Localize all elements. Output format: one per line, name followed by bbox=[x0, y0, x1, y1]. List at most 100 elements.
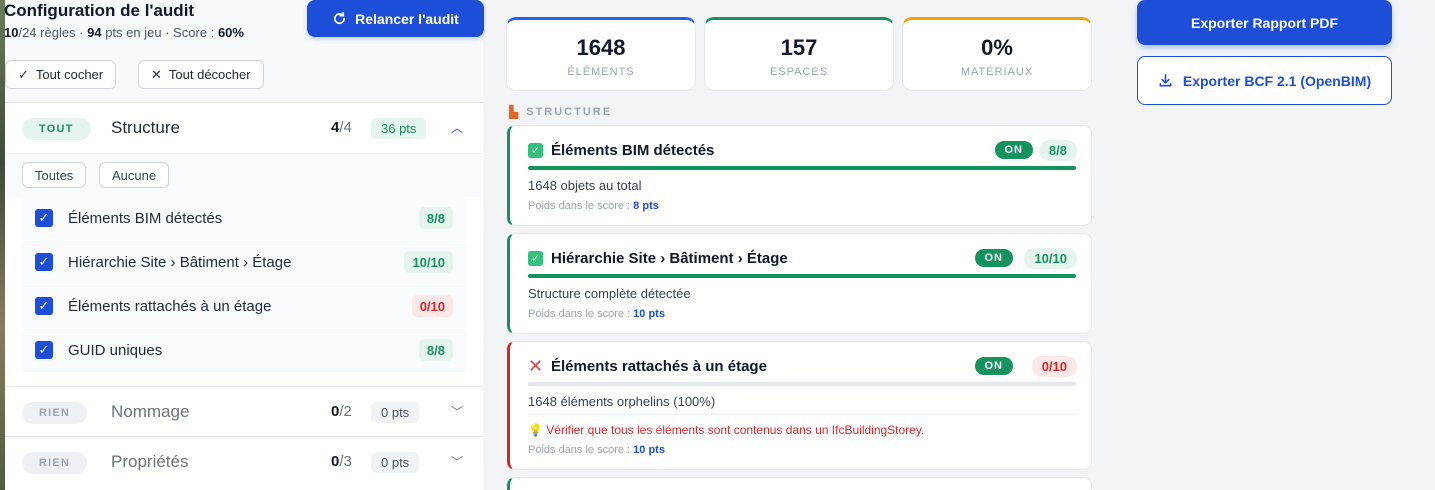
export-bcf-label: Exporter BCF 2.1 (OpenBIM) bbox=[1182, 72, 1372, 89]
hint-text: Vérifier que tous les éléments sont cont… bbox=[546, 423, 925, 437]
result-description: 1648 éléments orphelins (100%) bbox=[528, 394, 716, 409]
rule-score-badge: 10/10 bbox=[404, 251, 453, 273]
section-header: ▙ STRUCTURE bbox=[509, 105, 612, 119]
refresh-icon bbox=[334, 11, 346, 25]
checkbox-checked[interactable]: ✓ bbox=[35, 209, 53, 227]
config-title: Configuration de l'audit bbox=[4, 1, 195, 20]
download-icon bbox=[1159, 74, 1172, 87]
stat-card-elements: 1648 ÉLÉMENTS bbox=[506, 17, 696, 91]
result-score-badge: 8/8 bbox=[1038, 140, 1077, 161]
chevron-down-icon[interactable]: ﹀ bbox=[451, 453, 463, 470]
points-text: pts en jeu · Score : bbox=[101, 25, 218, 40]
rule-score-badge: 8/8 bbox=[418, 207, 453, 229]
cross-icon: ✕ bbox=[527, 356, 544, 376]
group-name: Propriétés bbox=[111, 452, 189, 471]
chevron-up-icon[interactable]: ︿ bbox=[451, 119, 463, 136]
rules-total-text: /24 règles · bbox=[18, 25, 88, 40]
rule-group-proprietes: RIEN Propriétés 0/3 0 pts ﹀ bbox=[5, 436, 483, 490]
stat-card-spaces: 157 ESPACES bbox=[704, 17, 894, 91]
rule-on-badge: ON bbox=[994, 141, 1033, 159]
score-value: 60% bbox=[217, 25, 244, 40]
audit-config-panel: Configuration de l'audit 10/24 règles · … bbox=[0, 0, 484, 490]
rule-label: Hiérarchie Site › Bâtiment › Étage bbox=[68, 254, 292, 271]
export-pdf-button[interactable]: Exporter Rapport PDF bbox=[1137, 0, 1392, 45]
group-name: Nommage bbox=[111, 402, 190, 421]
group-name: Structure bbox=[111, 118, 180, 137]
group-points-badge: 36 pts bbox=[371, 118, 427, 139]
config-summary: 10/24 règles · 94 pts en jeu · Score : 6… bbox=[4, 25, 244, 40]
progress-fill bbox=[528, 166, 1076, 170]
export-bcf-button[interactable]: Exporter BCF 2.1 (OpenBIM) bbox=[1137, 56, 1392, 105]
group-header[interactable]: TOUT Structure 4/4 36 pts ︿ bbox=[5, 103, 483, 153]
check-icon: ✓ bbox=[18, 66, 29, 82]
checkbox-checked[interactable]: ✓ bbox=[35, 297, 53, 315]
group-status-pill[interactable]: TOUT bbox=[22, 118, 91, 140]
weight-label: Poids dans le score : bbox=[528, 444, 634, 456]
rule-item[interactable]: ✓ GUID uniques 8/8 bbox=[22, 329, 466, 372]
divider bbox=[528, 414, 1076, 415]
select-all-rules-button[interactable]: Toutes bbox=[22, 162, 87, 188]
group-points-badge: 0 pts bbox=[371, 402, 420, 423]
result-card: ✕ Éléments rattachés à un étage ON 0/10 … bbox=[507, 341, 1092, 470]
close-icon: ✕ bbox=[151, 66, 162, 82]
checkbox-checked[interactable]: ✓ bbox=[35, 341, 53, 359]
checkbox-checked[interactable]: ✓ bbox=[35, 253, 53, 271]
section-title: STRUCTURE bbox=[526, 106, 613, 118]
rule-item[interactable]: ✓ Éléments BIM détectés 8/8 bbox=[22, 197, 466, 240]
group-status-pill[interactable]: RIEN bbox=[22, 402, 88, 424]
stat-label: MATÉRIAUX bbox=[960, 66, 1034, 78]
result-title: Hiérarchie Site › Bâtiment › Étage bbox=[551, 250, 788, 267]
weight-value: 8 pts bbox=[633, 200, 659, 212]
result-weight: Poids dans le score : 8 pts bbox=[528, 200, 659, 212]
stat-value: 0% bbox=[981, 35, 1013, 60]
uncheck-all-label: Tout décocher bbox=[168, 67, 251, 82]
uncheck-all-button[interactable]: ✕ Tout décocher bbox=[138, 60, 264, 89]
weight-label: Poids dans le score : bbox=[528, 200, 634, 212]
result-card: ✓ Hiérarchie Site › Bâtiment › Étage ON … bbox=[507, 233, 1092, 334]
rerun-audit-button[interactable]: Relancer l'audit bbox=[307, 0, 484, 37]
result-description: 1648 objets au total bbox=[528, 178, 642, 193]
rule-label: Éléments rattachés à un étage bbox=[68, 298, 272, 315]
weight-label: Poids dans le score : bbox=[528, 308, 634, 320]
result-title: Éléments BIM détectés bbox=[551, 142, 715, 159]
building-icon: ▙ bbox=[509, 105, 521, 119]
group-rule-count: 0/3 bbox=[331, 453, 352, 470]
check-all-button[interactable]: ✓ Tout cocher bbox=[5, 60, 117, 89]
select-no-rules-button[interactable]: Aucune bbox=[99, 162, 170, 188]
rule-item[interactable]: ✓ Éléments rattachés à un étage 0/10 bbox=[22, 285, 466, 328]
stat-value: 157 bbox=[780, 35, 818, 60]
stat-label: ÉLÉMENTS bbox=[567, 66, 635, 78]
group-rule-count: 0/2 bbox=[331, 403, 352, 420]
group-rule-count: 4/4 bbox=[331, 119, 352, 136]
group-points-badge: 0 pts bbox=[371, 452, 420, 473]
result-description: Structure complète détectée bbox=[528, 286, 691, 301]
rule-label: GUID uniques bbox=[68, 342, 163, 359]
group-status-pill[interactable]: RIEN bbox=[22, 452, 88, 474]
weight-value: 10 pts bbox=[633, 444, 665, 456]
group-header[interactable]: RIEN Propriétés 0/3 0 pts ﹀ bbox=[5, 437, 483, 487]
rule-on-badge: ON bbox=[974, 357, 1013, 375]
group-select-row: Toutes Aucune bbox=[5, 153, 483, 197]
stat-value: 1648 bbox=[576, 35, 626, 60]
check-box-icon: ✓ bbox=[528, 143, 543, 158]
rule-label: Éléments BIM détectés bbox=[68, 210, 223, 227]
group-total-count: /4 bbox=[339, 119, 352, 136]
chevron-down-icon[interactable]: ﹀ bbox=[451, 403, 463, 420]
lightbulb-icon: 💡 bbox=[528, 423, 543, 437]
rule-score-badge: 8/8 bbox=[418, 339, 453, 361]
result-score-badge: 0/10 bbox=[1031, 356, 1077, 377]
weight-value: 10 pts bbox=[633, 308, 665, 320]
stat-label: ESPACES bbox=[769, 66, 829, 78]
stat-card-materials: 0% MATÉRIAUX bbox=[902, 17, 1092, 91]
rule-item[interactable]: ✓ Hiérarchie Site › Bâtiment › Étage 10/… bbox=[22, 241, 466, 284]
check-all-label: Tout cocher bbox=[35, 67, 104, 82]
rule-score-badge: 0/10 bbox=[411, 295, 453, 317]
result-title: Éléments rattachés à un étage bbox=[551, 358, 767, 375]
check-box-icon: ✓ bbox=[528, 251, 543, 266]
result-score-badge: 10/10 bbox=[1024, 248, 1077, 269]
group-header[interactable]: RIEN Nommage 0/2 0 pts ﹀ bbox=[5, 387, 483, 437]
progress-bar bbox=[528, 166, 1076, 170]
rules-active-count: 10 bbox=[4, 25, 19, 40]
points-count: 94 bbox=[87, 25, 102, 40]
result-weight: Poids dans le score : 10 pts bbox=[528, 444, 665, 456]
